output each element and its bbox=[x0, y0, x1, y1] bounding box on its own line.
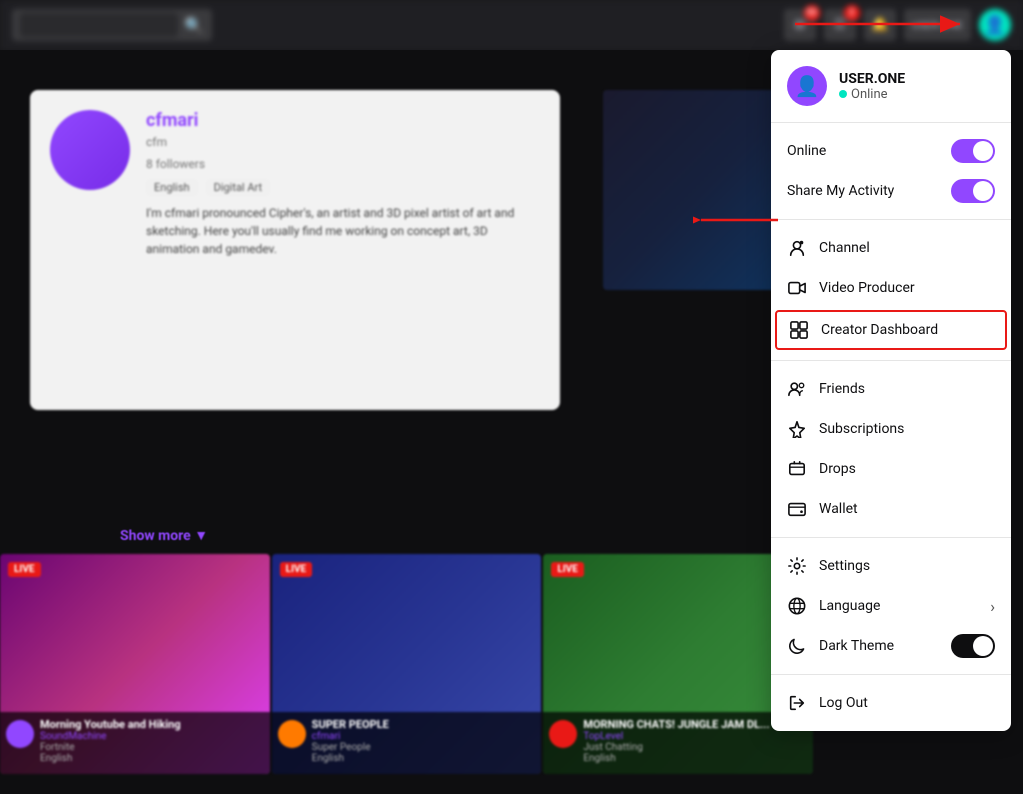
language-arrow: › bbox=[990, 597, 995, 616]
search-input[interactable] bbox=[20, 13, 178, 37]
creator-dashboard-icon bbox=[789, 320, 809, 340]
card-lang-1: English bbox=[312, 753, 389, 764]
menu-item-logout[interactable]: Log Out bbox=[771, 683, 1011, 723]
profile-handle: cfm bbox=[146, 135, 540, 149]
dark-theme-left: Dark Theme bbox=[787, 636, 894, 656]
status-label: Online bbox=[851, 87, 888, 102]
online-label: Online bbox=[787, 143, 826, 159]
dark-theme-label: Dark Theme bbox=[819, 638, 894, 654]
nav-username: USER.ONE bbox=[912, 19, 963, 32]
card-game-1: Super People bbox=[312, 742, 389, 753]
dark-theme-toggle-row: Dark Theme bbox=[771, 626, 1011, 666]
logout-label: Log Out bbox=[819, 695, 995, 711]
stream-cards-row: LIVE Morning Youtube and Hiking SoundMac… bbox=[0, 554, 813, 774]
card-channel-0: SoundMachine bbox=[40, 731, 181, 742]
online-toggle-row: Online bbox=[771, 131, 1011, 171]
share-activity-label: Share My Activity bbox=[787, 183, 894, 199]
channel-label: Channel bbox=[819, 240, 995, 256]
settings-icon bbox=[787, 556, 807, 576]
card-channel-1: cfmari bbox=[312, 731, 389, 742]
profile-username: cfmari bbox=[146, 110, 540, 131]
online-toggle[interactable] bbox=[951, 139, 995, 163]
share-activity-toggle-row: Share My Activity bbox=[771, 171, 1011, 211]
channel-icon[interactable]: ☰ 2 bbox=[824, 9, 856, 41]
show-more-button[interactable]: Show more ▼ bbox=[120, 527, 208, 544]
card-lang-0: English bbox=[40, 753, 181, 764]
subscriptions-icon bbox=[787, 419, 807, 439]
menu-creator-section: Channel Video Producer Creator Dashboa bbox=[771, 220, 1011, 361]
card-game-0: Fortnite bbox=[40, 742, 181, 753]
live-badge-0: LIVE bbox=[8, 562, 41, 577]
profile-tag-1: English bbox=[146, 179, 198, 196]
menu-item-settings[interactable]: Settings bbox=[771, 546, 1011, 586]
menu-username: USER.ONE bbox=[839, 71, 995, 87]
menu-avatar-icon: 👤 bbox=[795, 74, 820, 98]
menu-item-drops[interactable]: Drops bbox=[771, 449, 1011, 489]
wallet-label: Wallet bbox=[819, 501, 995, 517]
language-icon bbox=[787, 596, 807, 616]
drops-label: Drops bbox=[819, 461, 995, 477]
profile-tag-2: Digital Art bbox=[206, 179, 271, 196]
subscriptions-label: Subscriptions bbox=[819, 421, 995, 437]
profile-description: I'm cfmari pronounced Cipher's, an artis… bbox=[146, 204, 540, 258]
live-badge-1: LIVE bbox=[280, 562, 313, 577]
friends-label: Friends bbox=[819, 381, 995, 397]
nav-right: ⊞ 52 ☰ 2 🔔 USER.ONE 👤 bbox=[784, 9, 1011, 41]
menu-bottom-section: Log Out bbox=[771, 675, 1011, 731]
logout-icon bbox=[787, 693, 807, 713]
menu-settings-section: Settings Language › Dark Theme bbox=[771, 538, 1011, 675]
notifications-icon[interactable]: 🔔 bbox=[864, 9, 896, 41]
friends-icon bbox=[787, 379, 807, 399]
user-dropdown-menu: 👤 USER.ONE Online Online Share My Activi… bbox=[771, 50, 1011, 731]
drops-icon bbox=[787, 459, 807, 479]
username-display[interactable]: USER.ONE bbox=[904, 9, 971, 41]
stream-card-0[interactable]: LIVE Morning Youtube and Hiking SoundMac… bbox=[0, 554, 270, 774]
profile-followers: 8 followers bbox=[146, 157, 540, 171]
menu-social-section: Friends Subscriptions Drops bbox=[771, 361, 1011, 538]
dark-theme-toggle[interactable] bbox=[951, 634, 995, 658]
settings-label: Settings bbox=[819, 558, 995, 574]
channel-icon bbox=[787, 238, 807, 258]
menu-toggles-section: Online Share My Activity bbox=[771, 123, 1011, 220]
channel-badge: 2 bbox=[844, 5, 860, 21]
profile-info: cfmari cfm 8 followers English Digital A… bbox=[146, 110, 540, 390]
dark-theme-icon bbox=[787, 636, 807, 656]
card-title-2: MORNING CHATS! JUNGLE JAM DL... bbox=[583, 718, 769, 731]
menu-status: Online bbox=[839, 87, 995, 102]
search-box[interactable]: 🔍 bbox=[12, 9, 212, 41]
menu-avatar: 👤 bbox=[787, 66, 827, 106]
browse-badge: 52 bbox=[804, 5, 820, 21]
browse-icon[interactable]: ⊞ 52 bbox=[784, 9, 816, 41]
avatar-icon: 👤 bbox=[984, 15, 1006, 36]
menu-item-subscriptions[interactable]: Subscriptions bbox=[771, 409, 1011, 449]
menu-item-creator-dashboard[interactable]: Creator Dashboard bbox=[775, 310, 1007, 350]
share-activity-toggle[interactable] bbox=[951, 179, 995, 203]
wallet-icon bbox=[787, 499, 807, 519]
stream-card-1[interactable]: LIVE SUPER PEOPLE cfmari Super People En… bbox=[272, 554, 542, 774]
creator-dashboard-label: Creator Dashboard bbox=[821, 322, 993, 338]
profile-avatar bbox=[50, 110, 130, 190]
menu-item-channel[interactable]: Channel bbox=[771, 228, 1011, 268]
live-badge-2: LIVE bbox=[551, 562, 584, 577]
menu-item-wallet[interactable]: Wallet bbox=[771, 489, 1011, 529]
card-lang-2: English bbox=[583, 753, 769, 764]
profile-tags: English Digital Art bbox=[146, 179, 540, 196]
menu-user-info: USER.ONE Online bbox=[839, 71, 995, 102]
user-avatar-button[interactable]: 👤 bbox=[979, 9, 1011, 41]
profile-card: cfmari cfm 8 followers English Digital A… bbox=[30, 90, 560, 410]
card-title-0: Morning Youtube and Hiking bbox=[40, 718, 181, 731]
language-label: Language bbox=[819, 598, 978, 614]
video-producer-label: Video Producer bbox=[819, 280, 995, 296]
video-producer-icon bbox=[787, 278, 807, 298]
menu-header: 👤 USER.ONE Online bbox=[771, 50, 1011, 123]
status-dot bbox=[839, 90, 847, 98]
menu-item-video-producer[interactable]: Video Producer bbox=[771, 268, 1011, 308]
top-navigation: 🔍 ⊞ 52 ☰ 2 🔔 USER.ONE 👤 bbox=[0, 0, 1023, 50]
card-channel-2: TopLevel bbox=[583, 731, 769, 742]
card-title-1: SUPER PEOPLE bbox=[312, 718, 389, 731]
menu-item-friends[interactable]: Friends bbox=[771, 369, 1011, 409]
card-game-2: Just Chatting bbox=[583, 742, 769, 753]
menu-item-language[interactable]: Language › bbox=[771, 586, 1011, 626]
search-icon: 🔍 bbox=[184, 16, 204, 35]
